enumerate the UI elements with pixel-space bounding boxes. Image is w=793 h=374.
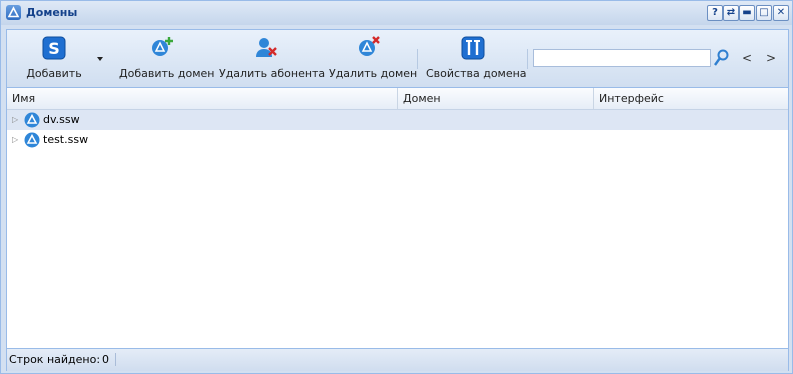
toolbar: S Добавить Добавить домен Удалить абонен… — [7, 30, 788, 88]
tools-icon — [461, 36, 485, 60]
remove-user-icon — [256, 38, 277, 57]
column-header-name[interactable]: Имя — [7, 88, 398, 109]
remove-subscriber-button[interactable]: Удалить абонента — [219, 34, 326, 82]
row-name: test.ssw — [43, 133, 89, 146]
rows-found-label: Строк найдено: — [9, 353, 101, 366]
table-row[interactable]: ▷ dv.ssw — [7, 110, 788, 130]
domain-app-icon — [6, 5, 21, 20]
domains-window: Домены ? ⇄ ▬ □ ✕ S Добавить Добавить дом… — [0, 0, 793, 374]
domain-properties-label: Свойства домена — [426, 67, 527, 80]
column-header-interface[interactable]: Интерфейс — [594, 88, 788, 109]
maximize-icon[interactable]: □ — [756, 5, 772, 21]
prev-page-icon[interactable]: < — [742, 51, 752, 65]
status-bar: Строк найдено: 0 — [7, 348, 788, 371]
column-header-domain[interactable]: Домен — [398, 88, 594, 109]
refresh-icon[interactable]: ⇄ — [723, 5, 739, 21]
add-domain-button[interactable]: Добавить домен — [119, 34, 215, 82]
expand-arrow-icon[interactable]: ▷ — [12, 130, 18, 150]
domain-icon — [24, 112, 40, 128]
close-icon[interactable]: ✕ — [773, 5, 789, 21]
minimize-icon[interactable]: ▬ — [739, 5, 755, 21]
add-dropdown-arrow-icon[interactable] — [97, 57, 103, 61]
row-name: dv.ssw — [43, 113, 80, 126]
expand-arrow-icon[interactable]: ▷ — [12, 110, 18, 130]
add-button[interactable]: S Добавить — [15, 34, 93, 82]
domain-icon — [24, 132, 40, 148]
table-row[interactable]: ▷ test.ssw — [7, 130, 788, 150]
add-icon: S — [42, 36, 66, 60]
help-icon[interactable]: ? — [707, 5, 723, 21]
search-icon[interactable] — [713, 49, 729, 67]
domain-properties-button[interactable]: Свойства домена — [426, 34, 527, 82]
remove-subscriber-label: Удалить абонента — [219, 67, 326, 80]
domains-panel: S Добавить Добавить домен Удалить абонен… — [6, 29, 789, 371]
next-page-icon[interactable]: > — [766, 51, 776, 65]
toolbar-separator — [417, 49, 418, 69]
toolbar-separator — [527, 49, 528, 69]
search-input[interactable] — [533, 49, 711, 67]
add-label: Добавить — [26, 67, 82, 80]
grid-header: Имя Домен Интерфейс — [7, 88, 788, 110]
window-titlebar[interactable]: Домены ? ⇄ ▬ □ ✕ — [1, 1, 792, 25]
svg-text:S: S — [48, 39, 60, 58]
remove-domain-label: Удалить домен — [329, 67, 418, 80]
rows-found-count: 0 — [102, 353, 116, 366]
remove-domain-icon — [359, 36, 380, 56]
add-domain-icon — [152, 37, 173, 56]
window-title: Домены — [26, 6, 78, 19]
add-domain-label: Добавить домен — [119, 67, 215, 80]
remove-domain-button[interactable]: Удалить домен — [329, 34, 418, 82]
